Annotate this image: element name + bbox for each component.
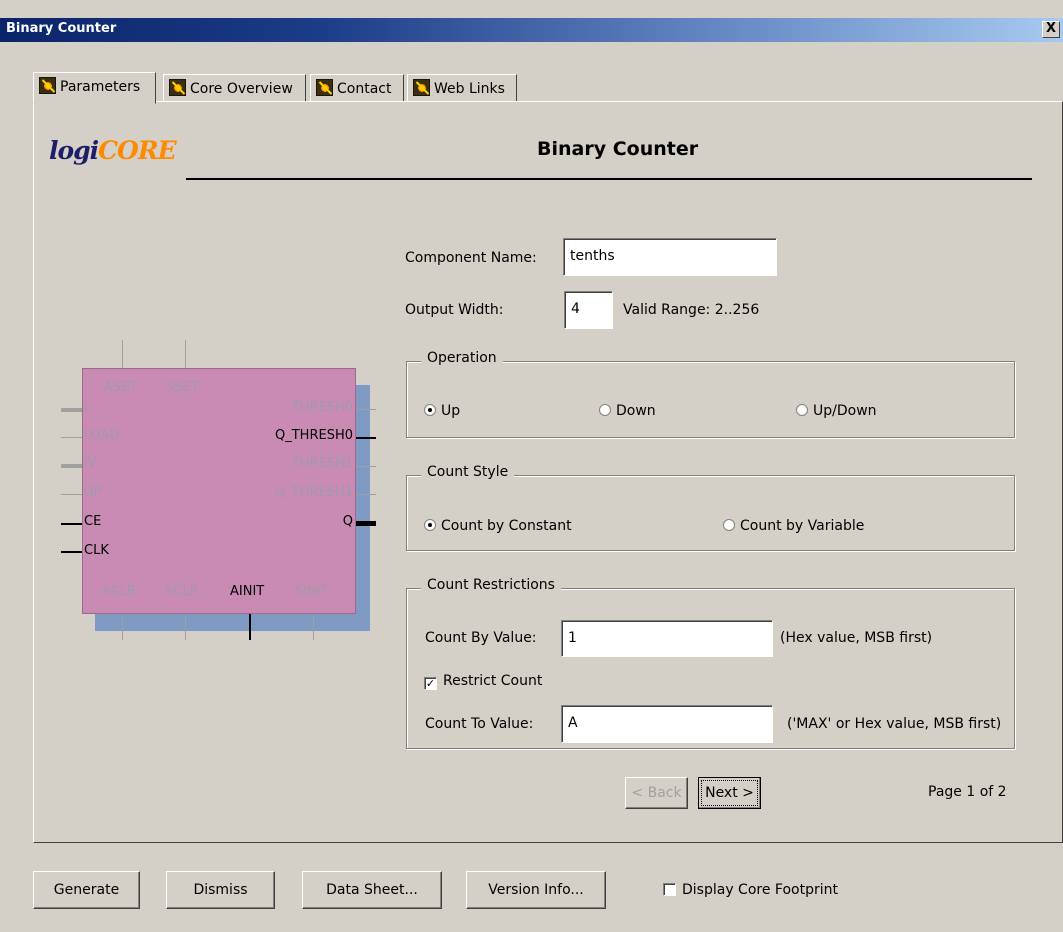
wizard-icon — [413, 79, 430, 96]
title-bar: Binary Counter X — [0, 18, 1063, 42]
pin-sset: SSET — [166, 380, 199, 395]
window-title: Binary Counter — [6, 21, 117, 36]
pin-aset: ASET — [104, 380, 138, 395]
dismiss-button[interactable]: Dismiss — [166, 871, 275, 909]
pin-ce: CE — [84, 514, 102, 529]
count-style-group — [406, 475, 1015, 551]
pin-wire — [61, 523, 82, 525]
page-title: Binary Counter — [537, 138, 699, 160]
radio-count-by-variable[interactable]: Count by Variable — [723, 518, 864, 534]
count-to-value-hint: ('MAX' or Hex value, MSB first) — [787, 716, 1002, 732]
data-sheet-button[interactable]: Data Sheet... — [302, 871, 442, 909]
back-button[interactable]: < Back — [625, 777, 688, 809]
checkbox-icon — [663, 883, 676, 896]
pin-aclr: ACLR — [102, 584, 137, 599]
tab-core-overview[interactable]: Core Overview — [163, 74, 306, 102]
radio-selected-icon — [424, 519, 436, 531]
tab-label: Core Overview — [190, 81, 293, 97]
tab-label: Contact — [337, 81, 392, 97]
tab-label: Web Links — [434, 81, 505, 97]
pin-wire — [61, 437, 82, 438]
pin-wire — [356, 466, 376, 467]
close-button[interactable]: X — [1042, 21, 1060, 38]
pin-wire — [61, 551, 82, 553]
pin-sinit: SINIT — [295, 584, 329, 599]
radio-down[interactable]: Down — [599, 403, 656, 419]
pin-l: L — [84, 400, 92, 415]
display-core-footprint-checkbox[interactable]: Display Core Footprint — [663, 882, 838, 898]
pin-wire — [122, 614, 123, 640]
radio-up-down[interactable]: Up/Down — [796, 403, 877, 419]
count-to-value-label: Count To Value: — [425, 716, 534, 732]
tab-parameters[interactable]: Parameters — [33, 72, 156, 104]
pin-thresh1: THRESH1 — [291, 456, 353, 471]
pin-iv: IV — [84, 456, 97, 471]
pin-wire — [356, 409, 376, 410]
pin-clk: CLK — [84, 543, 109, 558]
pin-up: UP — [84, 485, 102, 500]
page-indicator: Page 1 of 2 — [928, 784, 1007, 800]
pin-wire — [122, 340, 123, 368]
pin-wire — [61, 464, 82, 468]
count-by-value-input[interactable]: 1 — [561, 620, 773, 657]
wizard-icon — [169, 79, 186, 96]
pin-wire — [249, 614, 251, 640]
output-width-range: Valid Range: 2..256 — [623, 302, 760, 318]
count-to-value-input[interactable]: A — [561, 705, 773, 743]
count-style-group-title: Count Style — [421, 464, 515, 480]
pin-wire — [356, 521, 376, 526]
tab-web-links[interactable]: Web Links — [407, 74, 517, 102]
logicore-logo: logiCORE — [49, 136, 177, 165]
pin-q: Q — [342, 514, 353, 529]
tab-label: Parameters — [60, 79, 141, 95]
header-divider — [186, 178, 1032, 180]
pin-wire — [61, 494, 82, 495]
checkbox-checked-icon: ✓ — [424, 677, 437, 690]
dialog-window: Binary Counter X Parameters Core Overvie… — [0, 0, 1063, 932]
pin-ainit: AINIT — [230, 584, 265, 599]
next-button[interactable]: Next > — [698, 777, 761, 809]
radio-icon — [599, 404, 611, 416]
radio-icon — [796, 404, 808, 416]
radio-icon — [723, 519, 735, 531]
count-by-value-hint: (Hex value, MSB first) — [780, 630, 933, 646]
pin-wire — [356, 437, 376, 439]
pin-q-thresh0: Q_THRESH0 — [275, 428, 353, 443]
pin-wire — [313, 614, 314, 640]
generate-button[interactable]: Generate — [33, 871, 140, 909]
output-width-input[interactable]: 4 — [564, 291, 613, 329]
radio-up[interactable]: Up — [424, 403, 460, 419]
pin-q-thresh1: Q_THRESH1 — [275, 485, 353, 500]
component-name-input[interactable]: tenths — [563, 238, 777, 276]
component-name-label: Component Name: — [405, 250, 537, 266]
tab-contact[interactable]: Contact — [310, 74, 404, 102]
pin-wire — [185, 340, 186, 368]
radio-selected-icon — [424, 404, 436, 416]
restrict-count-checkbox[interactable]: ✓ Restrict Count — [424, 673, 542, 690]
count-by-value-label: Count By Value: — [425, 630, 537, 646]
output-width-label: Output Width: — [405, 302, 504, 318]
pin-sclr: SCLR — [165, 584, 199, 599]
pin-wire — [185, 614, 186, 640]
count-restrictions-group-title: Count Restrictions — [421, 577, 561, 593]
pin-load: LOAD — [84, 428, 120, 443]
operation-group-title: Operation — [421, 350, 503, 366]
operation-group — [406, 361, 1015, 438]
pin-wire — [61, 408, 82, 412]
wizard-icon — [316, 79, 333, 96]
pin-thresh0: THRESH0 — [291, 400, 353, 415]
pin-wire — [356, 494, 376, 495]
wizard-icon — [39, 77, 56, 94]
version-info-button[interactable]: Version Info... — [466, 871, 606, 909]
radio-count-by-constant[interactable]: Count by Constant — [424, 518, 572, 534]
